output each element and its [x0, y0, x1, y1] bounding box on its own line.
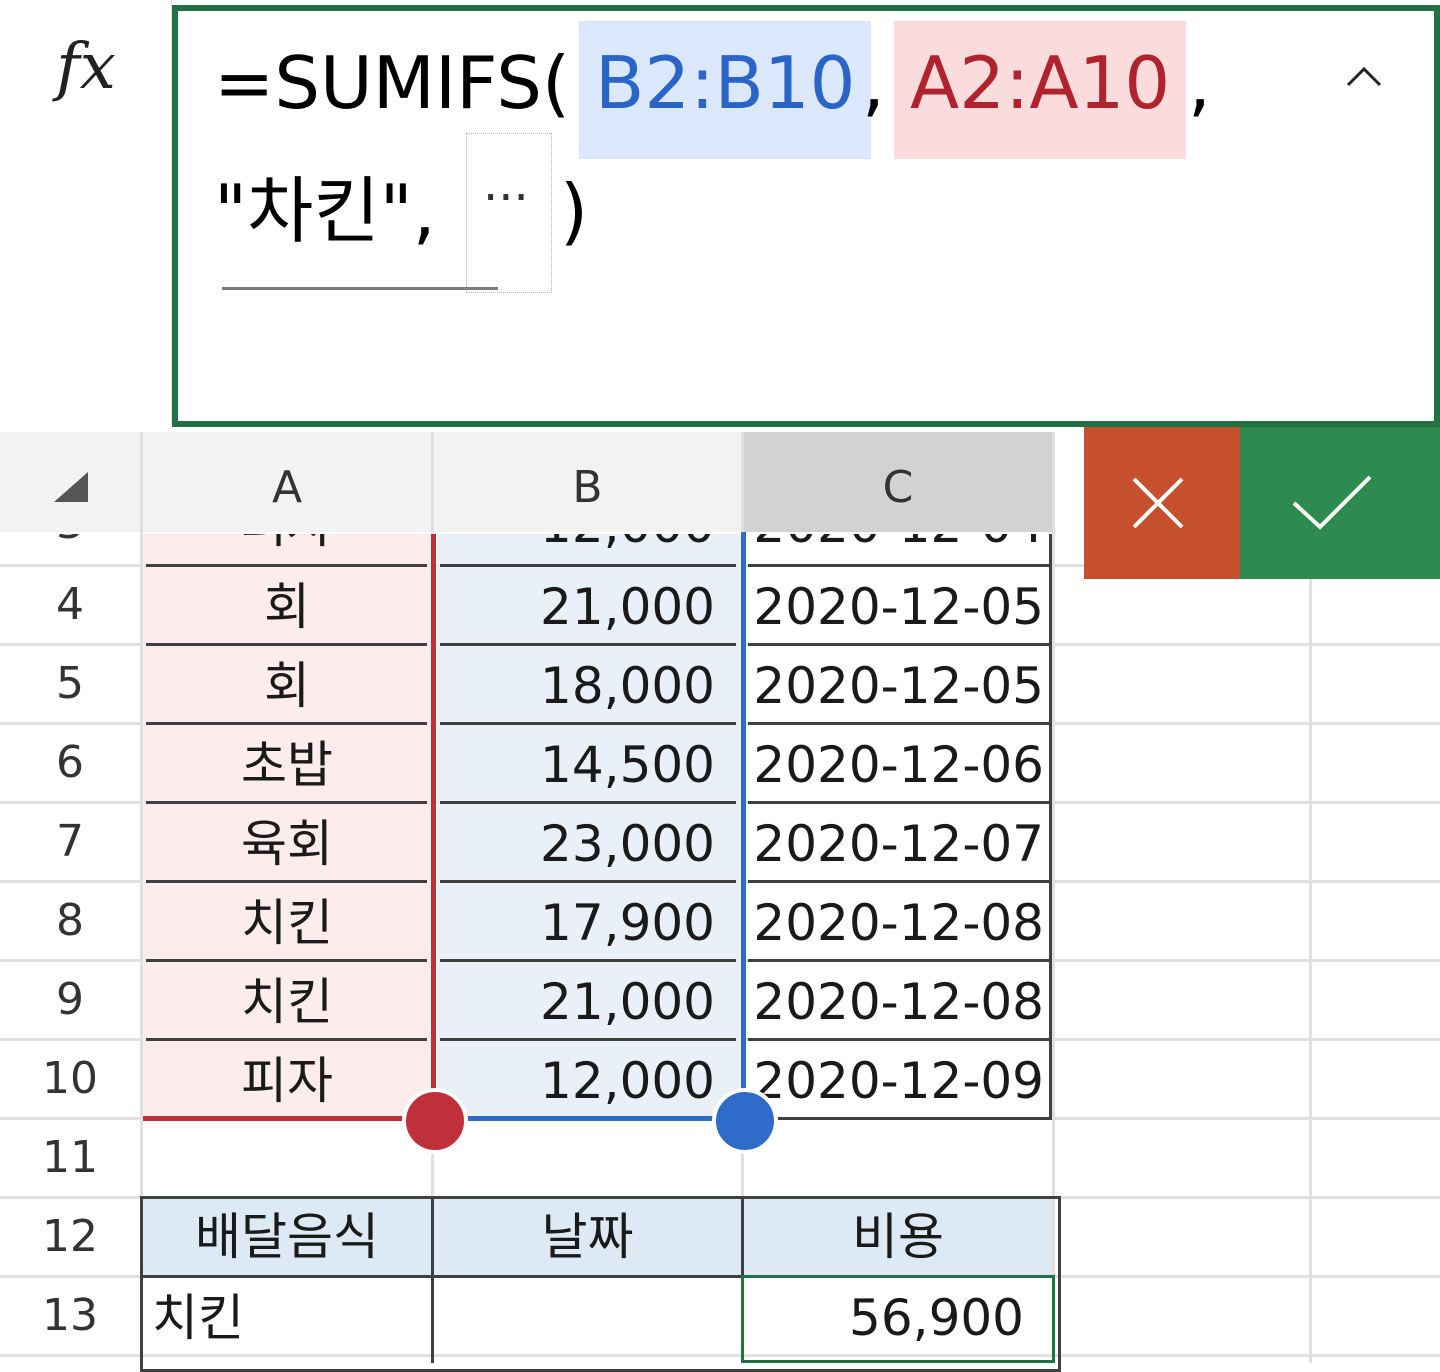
- cell-a[interactable]: 피자: [143, 1056, 431, 1106]
- formula-comma: ,: [862, 41, 885, 125]
- cell-border: [748, 880, 1052, 883]
- confirm-button[interactable]: [1240, 427, 1440, 579]
- formula-input[interactable]: =SUMIFS( B2:B10 , A2:A10 , "차킨", ... ): [172, 5, 1440, 427]
- cell-border: [146, 880, 427, 883]
- column-header-a[interactable]: A: [143, 432, 431, 532]
- cell-b[interactable]: 17,900: [437, 898, 715, 948]
- ellipsis: ...: [483, 156, 529, 212]
- cell-b[interactable]: 23,000: [437, 819, 715, 869]
- cell-c[interactable]: 2020-12-09: [744, 1056, 1044, 1106]
- cell-border: [146, 959, 427, 962]
- argument-underline: [222, 287, 498, 290]
- criteria-range-border: [143, 1116, 435, 1121]
- formula-prefix: =SUMIFS(: [214, 41, 571, 125]
- cell-border: [440, 564, 736, 567]
- sum-range-border: [741, 532, 746, 1118]
- cell-border: [440, 801, 736, 804]
- cell-border: [146, 564, 427, 567]
- cell-c[interactable]: 2020-12-05: [744, 661, 1044, 711]
- cell-border: [440, 643, 736, 646]
- select-all-icon: [54, 472, 88, 502]
- cell-border: [748, 722, 1052, 725]
- criteria-range-reference[interactable]: A2:A10: [894, 21, 1187, 159]
- cell-border: [146, 801, 427, 804]
- cell-c[interactable]: 2020-12-06: [744, 740, 1044, 790]
- row-header[interactable]: 8: [0, 883, 140, 959]
- sum-range-handle[interactable]: [712, 1088, 778, 1154]
- cell-c[interactable]: 2020-12-08: [744, 977, 1044, 1027]
- criteria-range-border: [431, 534, 436, 1118]
- select-all-corner[interactable]: [0, 432, 140, 532]
- cell-border: [748, 801, 1052, 804]
- cell-a[interactable]: 치킨: [143, 977, 431, 1027]
- cell-border: [748, 1038, 1052, 1041]
- formula-comma: ,: [1188, 41, 1211, 125]
- fx-panel: fx: [0, 0, 172, 425]
- fx-icon[interactable]: fx: [0, 30, 172, 120]
- formula-close-paren: ): [560, 169, 589, 253]
- cell-c[interactable]: 2020-12-05: [744, 582, 1044, 632]
- active-cell[interactable]: [741, 1275, 1055, 1363]
- checkmark-icon: [1292, 475, 1372, 530]
- cell-border: [431, 1196, 434, 1363]
- cell-b[interactable]: 18,000: [437, 661, 715, 711]
- criteria-range-handle[interactable]: [402, 1088, 468, 1154]
- cell-b[interactable]: 14,500: [437, 740, 715, 790]
- criteria-argument: "차킨",: [214, 169, 436, 253]
- cell-border: [748, 643, 1052, 646]
- row-header[interactable]: 9: [0, 962, 140, 1038]
- next-argument-placeholder[interactable]: ...: [466, 133, 552, 293]
- cell-border: [440, 880, 736, 883]
- chevron-up-icon[interactable]: [1342, 55, 1386, 99]
- cell-a[interactable]: 회: [143, 661, 431, 711]
- row-header[interactable]: 5: [0, 646, 140, 722]
- cell-a[interactable]: 육회: [143, 819, 431, 869]
- cell-border: [748, 564, 1052, 567]
- cell-border: [440, 1038, 736, 1041]
- cell-a[interactable]: 초밥: [143, 740, 431, 790]
- cell-border: [146, 722, 427, 725]
- cell-a[interactable]: 치킨: [143, 898, 431, 948]
- cell-border: [1049, 534, 1052, 1120]
- row-header[interactable]: 7: [0, 804, 140, 880]
- cancel-button[interactable]: [1084, 427, 1240, 579]
- cell-c[interactable]: 2020-12-04: [744, 534, 1044, 550]
- cell-border: [748, 959, 1052, 962]
- row-header[interactable]: 11: [0, 1120, 140, 1196]
- column-header-c[interactable]: C: [744, 432, 1052, 532]
- sum-range-border: [437, 1116, 745, 1121]
- cell-c[interactable]: 2020-12-08: [744, 898, 1044, 948]
- cell-border: [440, 959, 736, 962]
- cell-b[interactable]: 21,000: [437, 977, 715, 1027]
- cell-b[interactable]: 12,000: [437, 534, 715, 550]
- cell-border: [748, 1117, 1052, 1120]
- cell-b[interactable]: 12,000: [437, 1056, 715, 1106]
- row-header[interactable]: 12: [0, 1199, 140, 1275]
- cell-a[interactable]: 피자: [143, 534, 431, 550]
- cell-a[interactable]: 회: [143, 582, 431, 632]
- cell-c[interactable]: 2020-12-07: [744, 819, 1044, 869]
- row-3-partial: 3 피자 12,000 2020-12-04: [0, 534, 1052, 564]
- cell-border: [146, 643, 427, 646]
- row-header[interactable]: 6: [0, 725, 140, 801]
- sum-range-reference[interactable]: B2:B10: [579, 21, 872, 159]
- close-icon: [1132, 477, 1184, 529]
- gridline: [1309, 577, 1312, 1363]
- row-header[interactable]: 3: [0, 534, 140, 563]
- row-header[interactable]: 4: [0, 567, 140, 643]
- cell-b[interactable]: 21,000: [437, 582, 715, 632]
- row-header[interactable]: 13: [0, 1278, 140, 1354]
- row-header[interactable]: 10: [0, 1041, 140, 1117]
- cell-border: [146, 1038, 427, 1041]
- column-header-b[interactable]: B: [434, 432, 741, 532]
- cell-border: [440, 722, 736, 725]
